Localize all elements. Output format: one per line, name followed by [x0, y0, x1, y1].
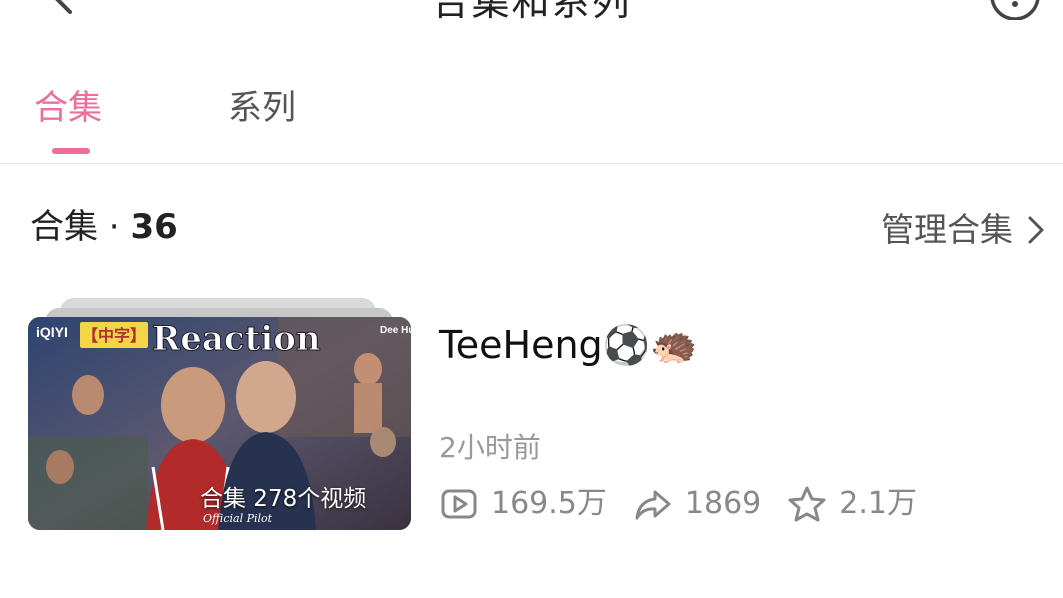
collection-stats: 169.5万 1869 2.1万 [439, 482, 943, 526]
manage-collections-button[interactable]: 管理合集 [881, 208, 1045, 252]
collection-title[interactable]: TeeHeng⚽🦔 [439, 320, 697, 370]
section-title: 合集 · 36 [30, 206, 178, 248]
play-count-stat: 169.5万 [439, 484, 607, 524]
collection-updated-time: 2小时前 [439, 431, 541, 464]
section-count: 36 [130, 207, 178, 247]
collection-card[interactable]: iQIYI 【中字】 Reaction Dee Hup Official Pil… [28, 298, 1038, 538]
thumbnail-brand: iQIYI [36, 324, 68, 340]
collection-thumbnail[interactable]: iQIYI 【中字】 Reaction Dee Hup Official Pil… [28, 317, 411, 530]
collection-video-count: 合集 278个视频 [200, 486, 367, 512]
favorite-count: 2.1万 [839, 486, 917, 521]
tab-bar: 合集 系列 [0, 70, 1063, 164]
share-count: 1869 [684, 486, 762, 521]
section-separator: · [98, 207, 131, 247]
play-count: 169.5万 [491, 486, 607, 521]
manage-collections-label: 管理合集 [881, 210, 1013, 249]
tab-collections[interactable]: 合集 [34, 86, 102, 130]
thumbnail-corner: Dee Hup [380, 325, 411, 336]
thumbnail-headline: Reaction [152, 319, 321, 359]
chevron-right-icon [1028, 216, 1044, 244]
tab-series[interactable]: 系列 [228, 86, 296, 130]
active-tab-indicator [52, 148, 90, 154]
star-icon [788, 486, 826, 522]
thumbnail-badge: 【中字】 [82, 326, 146, 345]
section-label: 合集 [30, 207, 98, 247]
page-title: 合集和系列 [431, 0, 632, 24]
share-icon [635, 490, 671, 520]
section-header: 合集 · 36 管理合集 [0, 200, 1063, 260]
more-options-icon[interactable] [988, 0, 1042, 20]
favorite-count-stat: 2.1万 [787, 484, 917, 524]
top-bar: 合集和系列 [0, 0, 1063, 40]
share-count-stat: 1869 [633, 484, 761, 524]
thumbnail-sub: Official Pilot [203, 512, 273, 525]
play-icon [441, 489, 477, 519]
